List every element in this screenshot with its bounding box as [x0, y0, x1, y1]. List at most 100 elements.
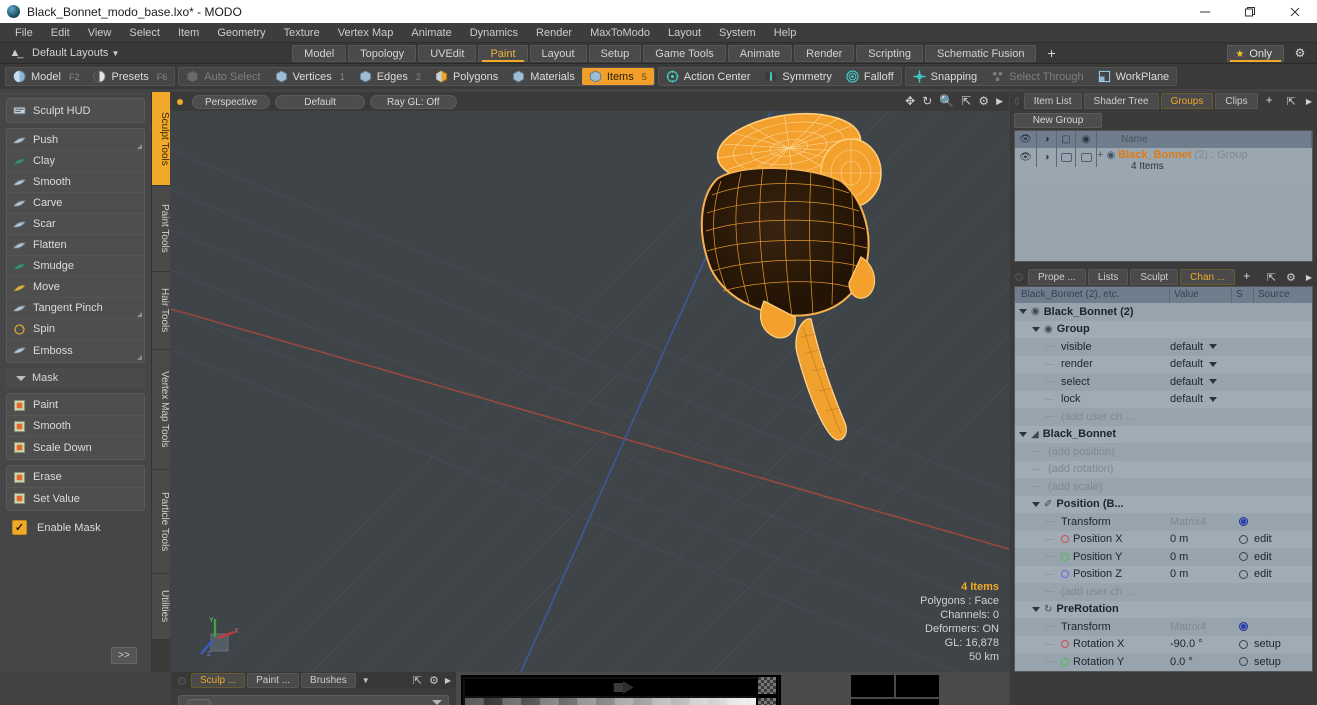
sculpt-tool-carve[interactable]: Carve — [7, 193, 144, 214]
channel-row[interactable]: ⋯ select default — [1015, 373, 1312, 391]
vertical-tab-sculpt-tools[interactable]: Sculpt Tools — [152, 92, 170, 186]
sculpt-tool-tangent-pinch[interactable]: Tangent Pinch — [7, 298, 144, 319]
layout-tab-paint[interactable]: Paint — [478, 44, 528, 62]
mode-button-presets[interactable]: Presets F6 — [86, 68, 174, 85]
vertical-tab-particle-tools[interactable]: Particle Tools — [152, 470, 170, 574]
panel-tab-item-list[interactable]: Item List — [1023, 93, 1082, 109]
channel-radio-toggle[interactable] — [1238, 517, 1248, 527]
tool-options-corner-icon[interactable] — [137, 312, 142, 317]
chevron-down-icon[interactable] — [1019, 309, 1027, 315]
mode-button-workplane[interactable]: WorkPlane — [1091, 68, 1177, 85]
enable-mask-toggle[interactable]: ✓ Enable Mask — [6, 517, 145, 538]
fit-icon[interactable]: ⇱ — [961, 94, 971, 108]
menu-item-system[interactable]: System — [710, 23, 765, 43]
channel-row[interactable]: ⋯ (add rotation) — [1015, 460, 1312, 478]
layout-tab-render[interactable]: Render — [794, 44, 855, 62]
upload-layout-icon[interactable]: ▲̲ — [4, 47, 26, 59]
minimize-button[interactable] — [1182, 0, 1227, 23]
channel-value-cell[interactable]: default — [1170, 376, 1232, 388]
mode-button-model[interactable]: Model F2 — [6, 68, 86, 85]
sculpt-tool-move[interactable]: Move — [7, 277, 144, 298]
channel-row[interactable]: ⋯ Rotation X -90.0 ° setup — [1015, 635, 1312, 653]
layout-tab-layout[interactable]: Layout — [529, 44, 587, 62]
tree-expander-icon[interactable]: + — [1097, 149, 1103, 161]
channel-value-cell[interactable]: default — [1170, 341, 1232, 353]
sculpt-tool-flatten[interactable]: Flatten — [7, 235, 144, 256]
channel-row[interactable]: ⋯ Position Y 0 m edit — [1015, 548, 1312, 566]
brush-thumbnail-2[interactable] — [756, 696, 778, 705]
groups-tree[interactable]: 👁 ◑ ▢ ◉ Name 👁 ◑ + ◉ Black_Bonnet (2): … — [1014, 130, 1313, 262]
channel-row[interactable]: ◉ Black_Bonnet (2) — [1015, 303, 1312, 321]
channel-row[interactable]: ◢ Black_Bonnet — [1015, 425, 1312, 443]
channel-radio-toggle[interactable] — [1238, 552, 1248, 562]
channel-value-cell[interactable]: 0 m — [1170, 568, 1232, 580]
visible-column-icon[interactable]: 👁 — [1015, 131, 1037, 148]
channel-value-cell[interactable]: default — [1170, 358, 1232, 370]
layout-tab-schematic-fusion[interactable]: Schematic Fusion — [925, 44, 1037, 62]
sculpt-tool-emboss[interactable]: Emboss — [7, 340, 144, 361]
mode-button-snapping[interactable]: Snapping — [906, 68, 985, 85]
menu-item-item[interactable]: Item — [169, 23, 208, 43]
viewport-canvas[interactable]: Z Y X 4 Items Polygons : Face Channels: … — [171, 111, 1009, 672]
row-render-toggle[interactable]: ◑ — [1037, 148, 1057, 167]
layout-tab-scripting[interactable]: Scripting — [856, 44, 924, 62]
only-toggle-button[interactable]: ★ Only — [1227, 44, 1284, 62]
channel-value-cell[interactable]: 0.0 ° — [1170, 656, 1232, 668]
chevron-down-icon[interactable] — [1032, 606, 1040, 612]
mode-button-items[interactable]: Items 5 — [581, 68, 654, 85]
channel-row[interactable]: ⋯ (add scale) — [1015, 478, 1312, 496]
chevron-down-icon[interactable] — [1209, 344, 1218, 350]
sculpt-tool-spin[interactable]: Spin — [7, 319, 144, 340]
menu-item-maxtomodo[interactable]: MaxToModo — [581, 23, 659, 43]
panel-corner-icon[interactable] — [1015, 97, 1019, 105]
panel-tab-shader-tree[interactable]: Shader Tree — [1083, 93, 1159, 109]
channel-row[interactable]: ⋯ visible default — [1015, 338, 1312, 356]
mode-button-materials[interactable]: Materials — [505, 68, 582, 85]
pan-icon[interactable]: ✥ — [905, 94, 915, 108]
layout-dropdown[interactable]: Default Layouts ▼ — [26, 47, 129, 59]
maximize-panel-icon[interactable]: ⇱ — [1263, 271, 1280, 284]
mode-button-select-through[interactable]: Select Through — [984, 68, 1090, 85]
chevron-down-icon[interactable] — [1209, 361, 1218, 367]
chevron-right-icon[interactable]: ▶ — [445, 676, 451, 685]
channel-select-cell[interactable] — [1232, 622, 1254, 632]
new-group-button[interactable]: New Group — [1014, 113, 1102, 128]
chevron-right-icon[interactable]: ▶ — [1302, 97, 1317, 106]
menu-item-dynamics[interactable]: Dynamics — [461, 23, 527, 43]
sculpt-tool-smudge[interactable]: Smudge — [7, 256, 144, 277]
brush-tile-preview[interactable] — [851, 675, 941, 705]
channel-value-cell[interactable]: 0 m — [1170, 533, 1232, 545]
layout-tab-animate[interactable]: Animate — [727, 44, 793, 62]
channel-row[interactable]: ⋯ (add position) — [1015, 443, 1312, 461]
panel-tab-chan[interactable]: Chan ... — [1180, 269, 1236, 285]
add-channel-tab-button[interactable]: + — [1237, 269, 1256, 285]
gear-icon[interactable]: ⚙ — [1287, 46, 1313, 60]
maximize-button[interactable] — [1227, 0, 1272, 23]
channel-row[interactable]: ↻ PreRotation — [1015, 600, 1312, 618]
layout-tab-topology[interactable]: Topology — [348, 44, 417, 62]
row-visible-toggle[interactable]: 👁 — [1015, 148, 1037, 167]
panel-tab-groups[interactable]: Groups — [1160, 93, 1214, 109]
channel-row[interactable]: ⋯ Position Z 0 m edit — [1015, 565, 1312, 583]
sculpt-tool-scar[interactable]: Scar — [7, 214, 144, 235]
channel-radio-toggle[interactable] — [1238, 569, 1248, 579]
mask-tool-scale-down[interactable]: Scale Down — [7, 437, 144, 458]
viewport-raygl-dropdown[interactable]: Ray GL: Off — [369, 94, 457, 109]
add-panel-tab-button[interactable]: + — [1260, 93, 1279, 109]
chevron-down-icon[interactable] — [1032, 326, 1040, 332]
mask-section-header[interactable]: Mask — [6, 368, 145, 388]
gear-icon[interactable]: ⚙ — [978, 94, 989, 108]
viewport-shading-dropdown[interactable]: Default — [275, 94, 365, 109]
chevron-down-icon[interactable] — [1032, 501, 1040, 507]
maximize-panel-icon[interactable]: ⇱ — [1283, 95, 1300, 108]
channel-row[interactable]: ✐ Position (B... — [1015, 495, 1312, 513]
bottom-tab-2[interactable]: Brushes — [301, 673, 356, 688]
channel-value-cell[interactable]: Matrix4 — [1170, 621, 1232, 633]
channel-radio-toggle[interactable] — [1238, 622, 1248, 632]
menu-item-animate[interactable]: Animate — [402, 23, 460, 43]
maximize-panel-icon[interactable]: ⇱ — [413, 674, 422, 687]
chevron-down-icon[interactable] — [1019, 431, 1027, 437]
channel-select-cell[interactable] — [1232, 639, 1254, 649]
sculpt-tool-push[interactable]: Push — [7, 130, 144, 151]
channel-value-cell[interactable]: 0 m — [1170, 551, 1232, 563]
